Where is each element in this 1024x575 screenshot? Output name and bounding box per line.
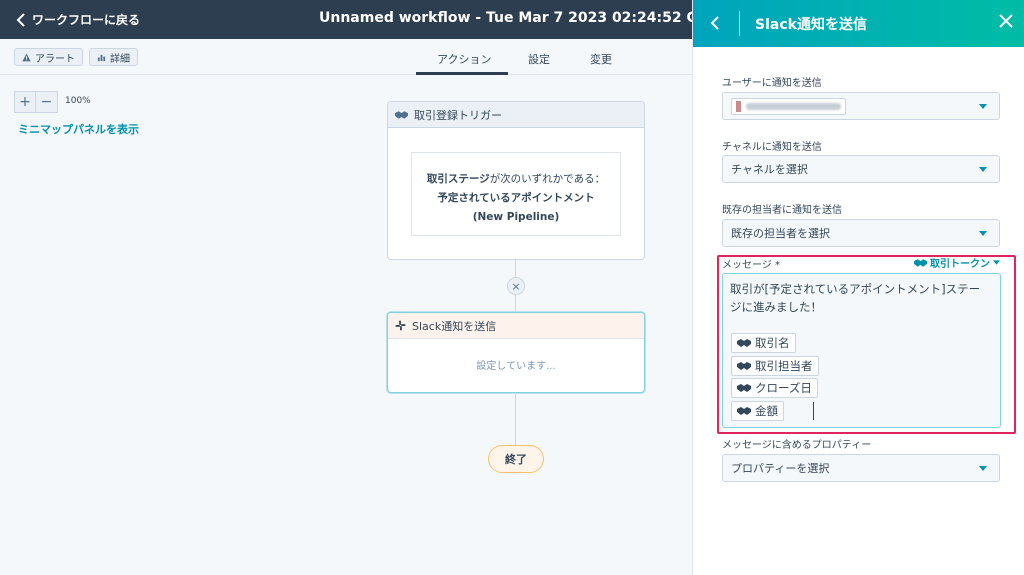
bar-chart-icon bbox=[97, 54, 106, 61]
action-status: 設定しています... bbox=[476, 361, 556, 372]
end-node: 終了 bbox=[488, 445, 544, 473]
chevron-down-icon bbox=[979, 466, 987, 471]
owner-select[interactable]: 既存の担当者を選択 bbox=[722, 219, 1000, 247]
condition-property: 取引ステージ bbox=[426, 173, 490, 185]
owner-field-label: 既存の担当者に通知を送信 bbox=[722, 205, 842, 216]
details-label: 詳細 bbox=[110, 53, 130, 65]
action-card-header: Slack通知を送信 bbox=[388, 313, 644, 339]
avatar bbox=[736, 100, 741, 112]
chevron-down-icon bbox=[979, 167, 987, 172]
message-highlight-frame bbox=[717, 255, 1016, 434]
tab-changes[interactable]: 変更 bbox=[590, 51, 612, 67]
channel-select[interactable]: チャネルを選択 bbox=[722, 155, 1000, 183]
channel-select-value: チャネルを選択 bbox=[731, 163, 808, 176]
properties-select-value: プロパティーを選択 bbox=[731, 462, 830, 475]
alert-button[interactable]: アラート bbox=[14, 48, 83, 66]
details-button[interactable]: 詳細 bbox=[89, 48, 138, 66]
action-title: Slack通知を送信 bbox=[412, 319, 497, 333]
back-to-workflows-link[interactable]: ワークフローに戻る bbox=[16, 11, 140, 28]
zoom-out-button[interactable]: − bbox=[36, 91, 58, 113]
show-minimap-link[interactable]: ミニマップパネルを表示 bbox=[18, 121, 139, 137]
redacted-user-name bbox=[746, 102, 841, 110]
header-divider bbox=[739, 11, 740, 36]
owner-select-value: 既存の担当者を選択 bbox=[731, 227, 830, 240]
trigger-card-header: 取引登録トリガー bbox=[388, 102, 644, 128]
zoom-controls: + − bbox=[14, 91, 59, 113]
chevron-down-icon bbox=[979, 104, 987, 109]
user-select[interactable] bbox=[722, 92, 1000, 120]
warning-icon bbox=[22, 52, 31, 61]
zoom-in-button[interactable]: + bbox=[14, 91, 36, 113]
trigger-condition-line: 取引ステージが次のいずれかである： bbox=[412, 170, 620, 189]
panel-title: Slack通知を送信 bbox=[755, 17, 867, 33]
alert-label: アラート bbox=[35, 53, 75, 65]
properties-field-label: メッセージに含めるプロパティー bbox=[722, 440, 872, 451]
zoom-level: 100% bbox=[65, 96, 91, 106]
connector-line bbox=[515, 295, 516, 312]
condition-value: 予定されているアポイントメント bbox=[437, 192, 595, 204]
selected-user-chip[interactable] bbox=[731, 97, 846, 115]
close-icon[interactable] bbox=[999, 14, 1013, 28]
back-label: ワークフローに戻る bbox=[32, 13, 141, 27]
active-tab-indicator bbox=[416, 72, 508, 75]
chevron-left-icon[interactable] bbox=[709, 15, 721, 31]
handshake-icon bbox=[395, 110, 408, 119]
chevron-down-icon bbox=[979, 231, 987, 236]
trigger-title: 取引登録トリガー bbox=[414, 108, 502, 122]
connector-line bbox=[515, 393, 516, 445]
connector-line bbox=[515, 260, 516, 277]
panel-header: Slack通知を送信 bbox=[693, 0, 1024, 47]
condition-operator: が次のいずれかである： bbox=[489, 173, 606, 185]
trigger-card[interactable]: 取引登録トリガー 取引ステージが次のいずれかである： 予定されているアポイントメ… bbox=[387, 101, 645, 260]
tab-settings[interactable]: 設定 bbox=[528, 51, 550, 67]
sub-toolbar: アラート 詳細 アクション 設定 変更 bbox=[0, 39, 692, 75]
channel-field-label: チャネルに通知を送信 bbox=[722, 142, 822, 153]
chevron-left-icon bbox=[16, 12, 25, 27]
properties-select[interactable]: プロパティーを選択 bbox=[722, 454, 1000, 482]
top-bar: ワークフローに戻る Unnamed workflow - Tue Mar 7 2… bbox=[0, 0, 772, 39]
tab-actions[interactable]: アクション bbox=[437, 51, 491, 67]
slack-icon bbox=[395, 320, 406, 331]
trigger-condition[interactable]: 取引ステージが次のいずれかである： 予定されているアポイントメント (New P… bbox=[411, 152, 621, 236]
delete-action-button[interactable]: × bbox=[507, 277, 525, 295]
condition-pipeline: (New Pipeline) bbox=[472, 211, 560, 223]
user-field-label: ユーザーに通知を送信 bbox=[722, 78, 822, 89]
slack-action-card[interactable]: Slack通知を送信 設定しています... bbox=[387, 312, 645, 393]
